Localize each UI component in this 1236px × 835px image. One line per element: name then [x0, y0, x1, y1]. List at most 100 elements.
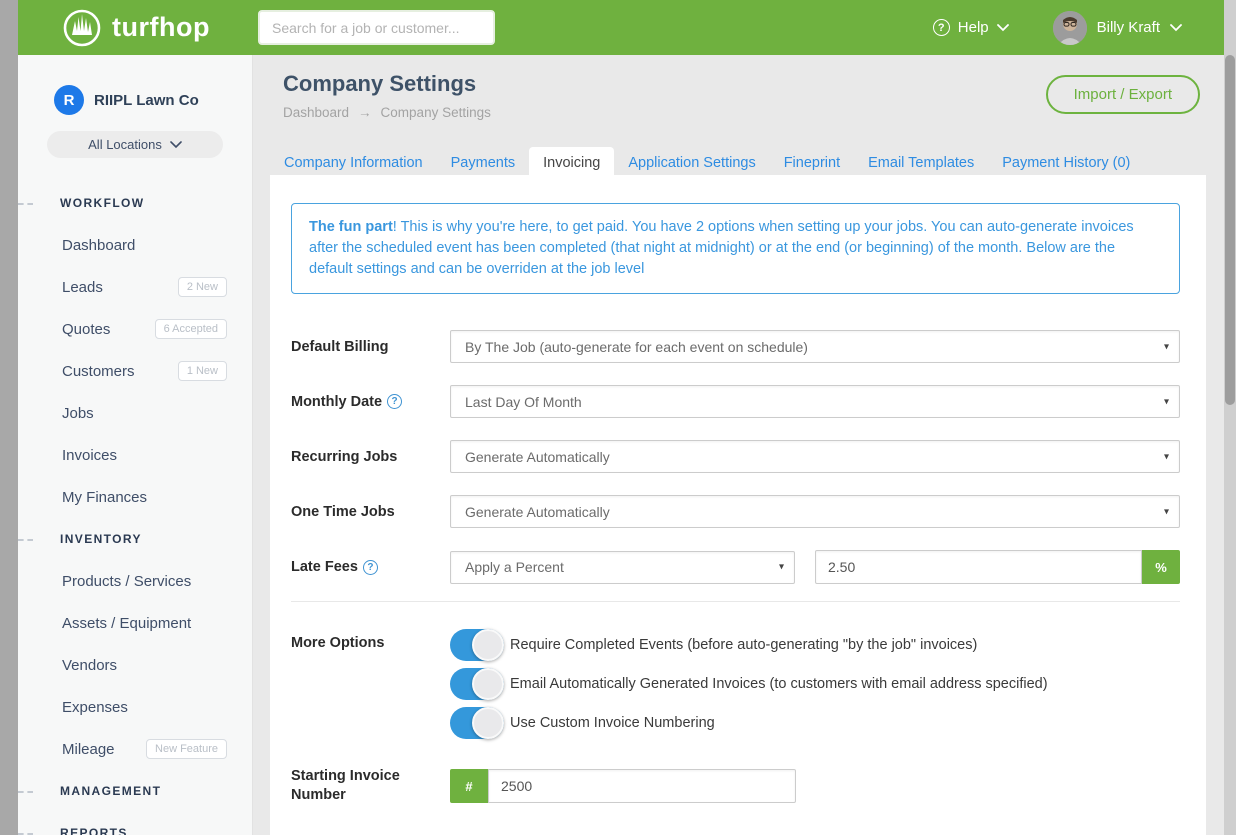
sidebar-item-my-finances[interactable]: My Finances: [18, 476, 252, 518]
tab-application-settings[interactable]: Application Settings: [614, 147, 769, 178]
brand-logo[interactable]: turfhop: [62, 8, 210, 48]
page-title: Company Settings: [283, 71, 476, 97]
recurring-jobs-select[interactable]: Generate Automatically ▾: [450, 440, 1180, 473]
breadcrumb-dashboard[interactable]: Dashboard: [283, 105, 349, 120]
toggle-label: Require Completed Events (before auto-ge…: [510, 637, 977, 653]
sidebar-item-quotes[interactable]: Quotes6 Accepted: [18, 308, 252, 350]
select-arrow-icon: ▾: [1164, 506, 1169, 517]
invoicing-panel: The fun part! This is why you're here, t…: [270, 175, 1206, 835]
sidebar-item-vendors[interactable]: Vendors: [18, 644, 252, 686]
toggle-custom-invoice-numbering[interactable]: [450, 707, 504, 739]
toggle-knob: [472, 629, 504, 661]
sidebar-item-mileage[interactable]: MileageNew Feature: [18, 728, 252, 770]
chevron-down-icon: [997, 24, 1009, 32]
tab-payments[interactable]: Payments: [437, 147, 529, 178]
late-fees-label: Late Fees?: [291, 559, 450, 575]
dashes-icon: [18, 203, 33, 205]
location-label: All Locations: [88, 137, 162, 152]
toggle-require-completed-events[interactable]: [450, 629, 504, 661]
field-recurring-jobs: Recurring Jobs Generate Automatically ▾: [291, 440, 1180, 473]
app-window: turfhop ? Help: [0, 0, 1236, 835]
field-starting-invoice-number: Starting Invoice Number #: [291, 767, 1180, 805]
user-photo-icon: [1053, 11, 1087, 45]
select-arrow-icon: ▾: [1164, 451, 1169, 462]
search-input[interactable]: [258, 10, 495, 45]
nav-section-inventory: INVENTORY: [18, 518, 252, 560]
quotes-badge: 6 Accepted: [155, 319, 227, 339]
customers-badge: 1 New: [178, 361, 227, 381]
sidebar-item-jobs[interactable]: Jobs: [18, 392, 252, 434]
late-fees-select[interactable]: Apply a Percent ▾: [450, 551, 795, 584]
starting-invoice-group: #: [450, 769, 796, 803]
nav-section-workflow: WORKFLOW: [18, 182, 252, 224]
scrollbar-thumb[interactable]: [1225, 55, 1235, 405]
toggle-knob: [472, 668, 504, 700]
toggle-row: Email Automatically Generated Invoices (…: [450, 668, 1048, 700]
turfhop-logo-icon: [62, 8, 102, 48]
company-selector[interactable]: R RIIPL Lawn Co: [54, 85, 252, 115]
monthly-date-select[interactable]: Last Day Of Month ▾: [450, 385, 1180, 418]
brand-name: turfhop: [112, 12, 210, 43]
toggle-email-generated-invoices[interactable]: [450, 668, 504, 700]
sidebar-item-products-services[interactable]: Products / Services: [18, 560, 252, 602]
info-text: ! This is why you're here, to get paid. …: [309, 219, 1134, 277]
sidebar-item-leads[interactable]: Leads2 New: [18, 266, 252, 308]
monthly-date-label: Monthly Date?: [291, 394, 450, 410]
question-circle-icon[interactable]: ?: [363, 560, 378, 575]
info-banner: The fun part! This is why you're here, t…: [291, 203, 1180, 294]
select-arrow-icon: ▾: [1164, 396, 1169, 407]
sidebar-item-invoices[interactable]: Invoices: [18, 434, 252, 476]
field-default-billing: Default Billing By The Job (auto-generat…: [291, 330, 1180, 363]
toggle-row: Require Completed Events (before auto-ge…: [450, 629, 1048, 661]
window-edge-left: [0, 0, 18, 835]
starting-invoice-input[interactable]: [488, 769, 796, 803]
location-selector[interactable]: All Locations: [47, 131, 223, 158]
one-time-jobs-label: One Time Jobs: [291, 504, 450, 520]
starting-invoice-label: Starting Invoice Number: [291, 767, 450, 805]
one-time-jobs-select[interactable]: Generate Automatically ▾: [450, 495, 1180, 528]
more-options-label: More Options: [291, 635, 450, 651]
question-circle-icon[interactable]: ?: [387, 394, 402, 409]
breadcrumb-arrow-icon: →: [358, 105, 372, 120]
sidebar-item-customers[interactable]: Customers1 New: [18, 350, 252, 392]
topbar-right: ? Help Billy Kraft: [933, 11, 1224, 45]
toggle-label: Email Automatically Generated Invoices (…: [510, 676, 1048, 692]
sidebar-item-assets-equipment[interactable]: Assets / Equipment: [18, 602, 252, 644]
tab-bar: Company Information Payments Invoicing A…: [270, 147, 1144, 178]
breadcrumb: Dashboard → Company Settings: [283, 105, 491, 120]
field-monthly-date: Monthly Date? Last Day Of Month ▾: [291, 385, 1180, 418]
mileage-badge: New Feature: [146, 739, 227, 759]
tab-payment-history[interactable]: Payment History (0): [988, 147, 1144, 178]
user-menu[interactable]: Billy Kraft: [1053, 11, 1182, 45]
toggle-row: Use Custom Invoice Numbering: [450, 707, 1048, 739]
default-billing-select[interactable]: By The Job (auto-generate for each event…: [450, 330, 1180, 363]
help-menu[interactable]: ? Help: [933, 19, 1009, 36]
select-arrow-icon: ▾: [1164, 341, 1169, 352]
nav-section-management[interactable]: MANAGEMENT: [18, 770, 252, 812]
toggle-label: Use Custom Invoice Numbering: [510, 715, 715, 731]
toggle-knob: [472, 707, 504, 739]
toggle-list: Require Completed Events (before auto-ge…: [450, 629, 1048, 739]
tab-invoicing[interactable]: Invoicing: [529, 147, 614, 178]
help-icon: ?: [933, 19, 950, 36]
leads-badge: 2 New: [178, 277, 227, 297]
tab-fineprint[interactable]: Fineprint: [770, 147, 854, 178]
scrollbar[interactable]: [1224, 0, 1236, 835]
tab-email-templates[interactable]: Email Templates: [854, 147, 988, 178]
nav-section-reports[interactable]: REPORTS: [18, 812, 252, 835]
avatar: [1053, 11, 1087, 45]
sidebar-item-dashboard[interactable]: Dashboard: [18, 224, 252, 266]
chevron-down-icon: [1170, 24, 1182, 32]
field-late-fees: Late Fees? Apply a Percent ▾ %: [291, 550, 1180, 584]
import-export-button[interactable]: Import / Export: [1046, 75, 1200, 114]
sidebar: R RIIPL Lawn Co All Locations WORKFLOW D…: [18, 55, 253, 835]
select-arrow-icon: ▾: [779, 562, 784, 573]
sidebar-item-expenses[interactable]: Expenses: [18, 686, 252, 728]
percent-addon: %: [1142, 550, 1180, 584]
tab-company-information[interactable]: Company Information: [270, 147, 437, 178]
late-fee-amount-input[interactable]: [815, 550, 1142, 584]
company-avatar: R: [54, 85, 84, 115]
chevron-down-icon: [170, 141, 182, 149]
field-one-time-jobs: One Time Jobs Generate Automatically ▾: [291, 495, 1180, 528]
section-divider: [291, 601, 1180, 602]
